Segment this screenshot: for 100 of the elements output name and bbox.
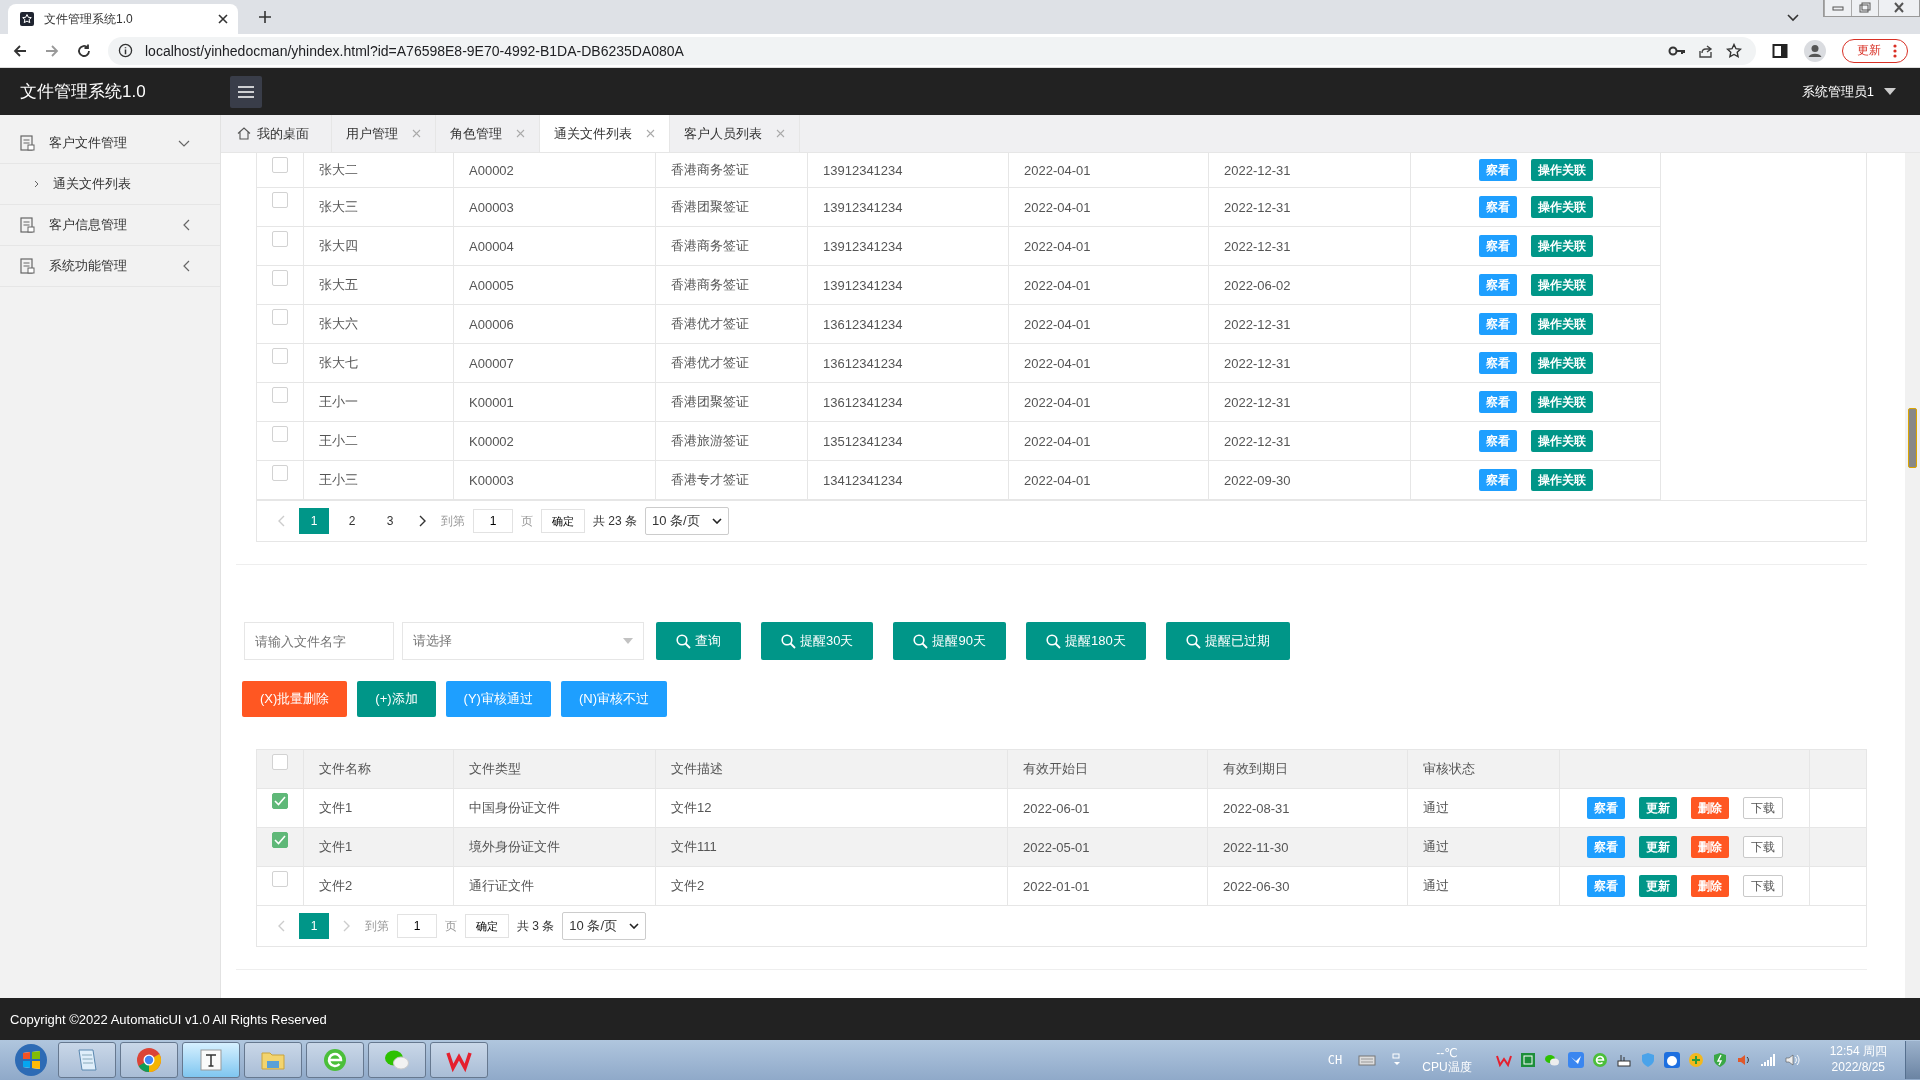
sidebar-item[interactable]: 客户文件管理 (0, 123, 220, 164)
row-action-button[interactable]: 下载 (1742, 836, 1783, 858)
browser-tab[interactable]: 文件管理系统1.0 (8, 4, 238, 34)
close-icon[interactable] (776, 129, 785, 138)
row-checkbox[interactable] (272, 426, 288, 442)
row-action-button[interactable]: 察看 (1478, 391, 1517, 413)
row-action-button[interactable]: 察看 (1478, 274, 1517, 296)
row-action-button[interactable]: 删除 (1690, 797, 1729, 819)
caret-icon[interactable] (1884, 88, 1896, 95)
type-select[interactable]: 请选择 (402, 622, 644, 660)
forward-icon[interactable] (44, 42, 60, 59)
row-action-button[interactable]: 删除 (1690, 875, 1729, 897)
row-action-button[interactable]: 察看 (1478, 352, 1517, 374)
row-checkbox[interactable] (272, 309, 288, 325)
page-tab[interactable]: 客户人员列表 (670, 115, 800, 152)
row-action-button[interactable]: 更新 (1638, 875, 1677, 897)
back-icon[interactable] (12, 42, 28, 59)
select-all-checkbox[interactable] (272, 754, 288, 770)
page-input[interactable]: 1 (397, 914, 437, 938)
start-button-icon[interactable] (14, 1043, 48, 1077)
volume-icon[interactable] (1783, 1052, 1800, 1068)
signal-bars-icon[interactable] (1759, 1052, 1776, 1068)
menu-button[interactable] (230, 75, 262, 108)
profile-avatar-icon[interactable] (1804, 39, 1826, 62)
row-action-button[interactable]: 操作关联 (1530, 313, 1593, 335)
row-action-button[interactable]: 察看 (1586, 797, 1625, 819)
row-checkbox[interactable] (272, 871, 288, 887)
reload-icon[interactable] (76, 42, 92, 59)
taskbar-app[interactable] (120, 1042, 178, 1078)
search-button[interactable]: 查询 (656, 622, 741, 660)
sidebar-item[interactable]: 客户信息管理 (0, 205, 220, 246)
shield-tray-icon[interactable] (1639, 1052, 1656, 1068)
row-action-button[interactable]: 下载 (1742, 875, 1783, 897)
sidebar-subitem[interactable]: 通关文件列表 (0, 164, 220, 205)
row-checkbox[interactable] (272, 348, 288, 364)
side-panel-icon[interactable] (1772, 42, 1788, 59)
row-checkbox[interactable] (272, 192, 288, 208)
action-button[interactable]: (Y)审核通过 (445, 681, 551, 717)
star-icon[interactable] (1726, 42, 1742, 59)
row-action-button[interactable]: 察看 (1478, 235, 1517, 257)
update-button[interactable]: 更新 (1842, 38, 1908, 63)
page-size-select[interactable]: 10 条/页 (645, 507, 729, 535)
row-action-button[interactable]: 察看 (1478, 196, 1517, 218)
search-button[interactable]: 提醒30天 (761, 622, 874, 660)
row-action-button[interactable]: 操作关联 (1530, 196, 1593, 218)
row-action-button[interactable]: 察看 (1478, 430, 1517, 452)
close-icon[interactable] (412, 129, 421, 138)
file-name-field[interactable]: 请输入文件名字 (244, 622, 394, 660)
row-action-button[interactable]: 察看 (1478, 313, 1517, 335)
row-action-button[interactable]: 操作关联 (1530, 391, 1593, 413)
taskbar-app[interactable] (58, 1042, 116, 1078)
row-action-button[interactable]: 察看 (1586, 836, 1625, 858)
row-checkbox[interactable] (272, 793, 288, 809)
taskbar-app[interactable] (306, 1042, 364, 1078)
row-checkbox[interactable] (272, 465, 288, 481)
row-checkbox[interactable] (272, 270, 288, 286)
new-tab-icon[interactable] (258, 10, 272, 24)
taskbar-app[interactable] (368, 1042, 426, 1078)
sidebar-item[interactable]: 系统功能管理 (0, 246, 220, 287)
page-tab[interactable]: 我的桌面 (221, 115, 332, 152)
menu-dots-icon[interactable] (1893, 43, 1897, 58)
close-icon[interactable] (646, 129, 655, 138)
row-action-button[interactable]: 察看 (1586, 875, 1625, 897)
e-tray-icon[interactable] (1591, 1052, 1608, 1068)
close-icon[interactable] (516, 129, 525, 138)
row-action-button[interactable]: 操作关联 (1530, 274, 1593, 296)
search-button[interactable]: 提醒90天 (893, 622, 1006, 660)
row-action-button[interactable]: 操作关联 (1530, 159, 1593, 181)
search-button[interactable]: 提醒180天 (1025, 622, 1146, 660)
page-tab[interactable]: 用户管理 (332, 115, 436, 152)
taskbar-app[interactable] (244, 1042, 302, 1078)
row-action-button[interactable]: 下载 (1742, 797, 1783, 819)
row-action-button[interactable]: 操作关联 (1530, 430, 1593, 452)
page-input[interactable]: 1 (473, 509, 513, 533)
page-number[interactable]: 1 (299, 508, 329, 534)
square-tray-icon[interactable] (1519, 1052, 1536, 1068)
keyboard-icon[interactable] (1358, 1054, 1377, 1066)
input-language[interactable]: CH (1327, 1053, 1343, 1067)
taskbar-app[interactable] (182, 1042, 240, 1078)
show-desktop-button[interactable] (1905, 1041, 1920, 1079)
row-action-button[interactable]: 更新 (1638, 836, 1677, 858)
row-checkbox[interactable] (272, 231, 288, 247)
action-button[interactable]: (N)审核不过 (560, 681, 667, 717)
row-action-button[interactable]: 操作关联 (1530, 352, 1593, 374)
close-tab-icon[interactable] (218, 14, 228, 24)
chat-tray-icon[interactable] (1543, 1052, 1560, 1068)
action-button[interactable]: (+)添加 (357, 681, 436, 717)
row-action-button[interactable]: 察看 (1478, 469, 1517, 491)
page-size-select[interactable]: 10 条/页 (562, 912, 647, 940)
row-checkbox[interactable] (272, 832, 288, 848)
shield-bolt-tray-icon[interactable] (1711, 1052, 1728, 1068)
row-checkbox[interactable] (272, 157, 288, 173)
row-action-button[interactable]: 操作关联 (1530, 469, 1593, 491)
page-tab[interactable]: 通关文件列表 (540, 115, 670, 152)
confirm-button[interactable]: 确定 (541, 509, 585, 533)
speaker-tray-icon[interactable] (1735, 1052, 1752, 1068)
row-action-button[interactable]: 更新 (1638, 797, 1677, 819)
network-tray-icon[interactable] (1615, 1052, 1632, 1068)
taskbar-app[interactable] (430, 1042, 488, 1078)
row-action-button[interactable]: 删除 (1690, 836, 1729, 858)
